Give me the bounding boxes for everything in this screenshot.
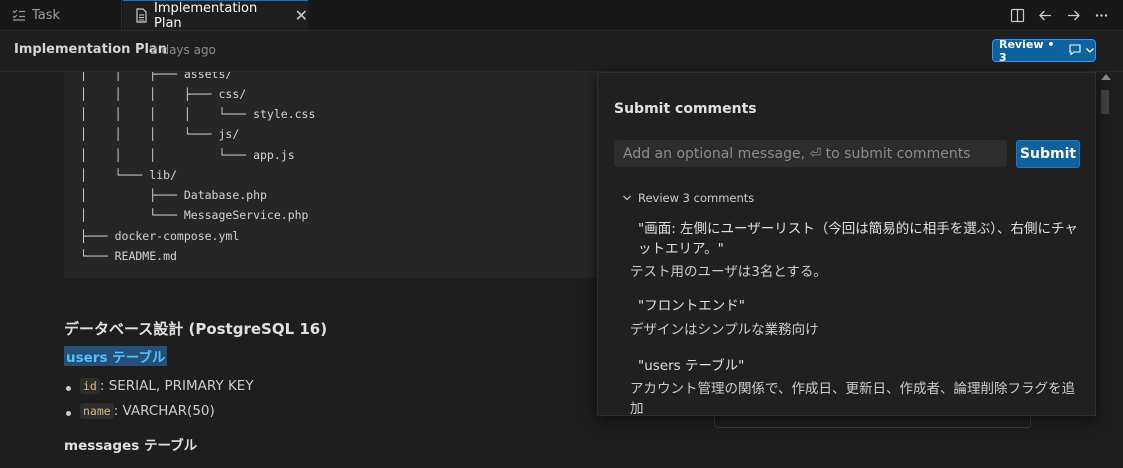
list-item: name : VARCHAR(50) [66,403,215,419]
comment-icon [1069,43,1081,58]
db-design-heading: データベース設計 (PostgreSQL 16) [64,320,328,338]
review-comments-toggle[interactable]: Review 3 comments [622,191,754,205]
code-line: └─── README.md [80,249,177,263]
code-line: │ │ │ └─── js/ [80,127,240,141]
code-line: ├─── docker-compose.yml [80,229,240,243]
submit-comments-panel: Submit comments Submit Review 3 comments… [597,72,1096,417]
chevron-down-icon [622,191,632,205]
scroll-up-arrow-icon[interactable] [1101,74,1111,80]
checklist-icon [12,8,26,22]
editor-actions [1009,0,1109,30]
close-icon[interactable]: ✕ [295,6,308,25]
tab-task-label: Task [32,7,61,23]
field-description: : VARCHAR(50) [113,403,215,419]
tab-bar: Task Implementation Plan ✕ [0,0,1123,31]
review-comments-label: Review 3 comments [638,191,755,205]
more-actions-icon[interactable] [1093,7,1109,23]
field-description: : SERIAL, PRIMARY KEY [99,378,254,394]
inline-code: id [80,378,100,394]
code-line: │ │ ├─── assets/ [80,72,233,81]
scroll-thumb[interactable] [1101,90,1109,114]
users-table-heading: users テーブル [64,346,168,366]
messages-table-heading: messages テーブル [64,438,198,454]
chevron-down-icon [1085,44,1095,57]
tab-implementation-plan[interactable]: Implementation Plan ✕ [123,0,308,31]
document-header: Implementation Plan 2 days ago Review • … [0,31,1123,72]
submit-button[interactable]: Submit [1016,140,1080,168]
file-icon [135,8,148,23]
document-title: Implementation Plan [14,42,167,57]
code-line: │ │ │ └─── app.js [80,148,295,162]
inline-code: name [80,403,114,419]
comment-quote: "users テーブル" [638,358,745,374]
comment-text: テスト用のユーザは3名とする。 [630,264,827,280]
review-button-label: Review • 3 [999,37,1055,64]
go-forward-icon[interactable] [1065,7,1081,23]
split-editor-icon[interactable] [1009,7,1025,23]
document-timestamp: 2 days ago [150,43,216,57]
bullet-dot [66,411,71,416]
tab-plan-label: Implementation Plan [154,0,258,31]
code-block: │ │ ├─── assets/ │ │ │ ├─── css/ │ │ │ │… [64,72,604,278]
vertical-scrollbar[interactable] [1099,72,1113,468]
list-item: id : SERIAL, PRIMARY KEY [66,378,254,394]
code-line: │ └─── lib/ [80,168,177,182]
comment-text: デザインはシンプルな業務向け [630,322,819,338]
code-line: │ └─── MessageService.php [80,208,309,222]
code-line: │ │ │ │ └─── style.css [80,107,316,121]
message-input[interactable] [614,140,1007,167]
bullet-dot [66,386,71,391]
code-line: │ │ │ ├─── css/ [80,87,247,101]
go-back-icon[interactable] [1037,7,1053,23]
panel-title: Submit comments [614,101,757,117]
comment-quote: "画面: 左側にユーザーリスト（今回は簡易的に相手を選ぶ）、右側にチャットエリア… [638,221,1078,257]
code-line: │ ├─── Database.php [80,188,267,202]
comment-text: アカウント管理の関係で、作成日、更新日、作成者、論理削除フラグを追加 [630,381,1075,417]
comment-quote: "フロントエンド" [638,298,745,314]
tab-task[interactable]: Task [0,0,122,30]
review-button[interactable]: Review • 3 [992,37,1096,64]
